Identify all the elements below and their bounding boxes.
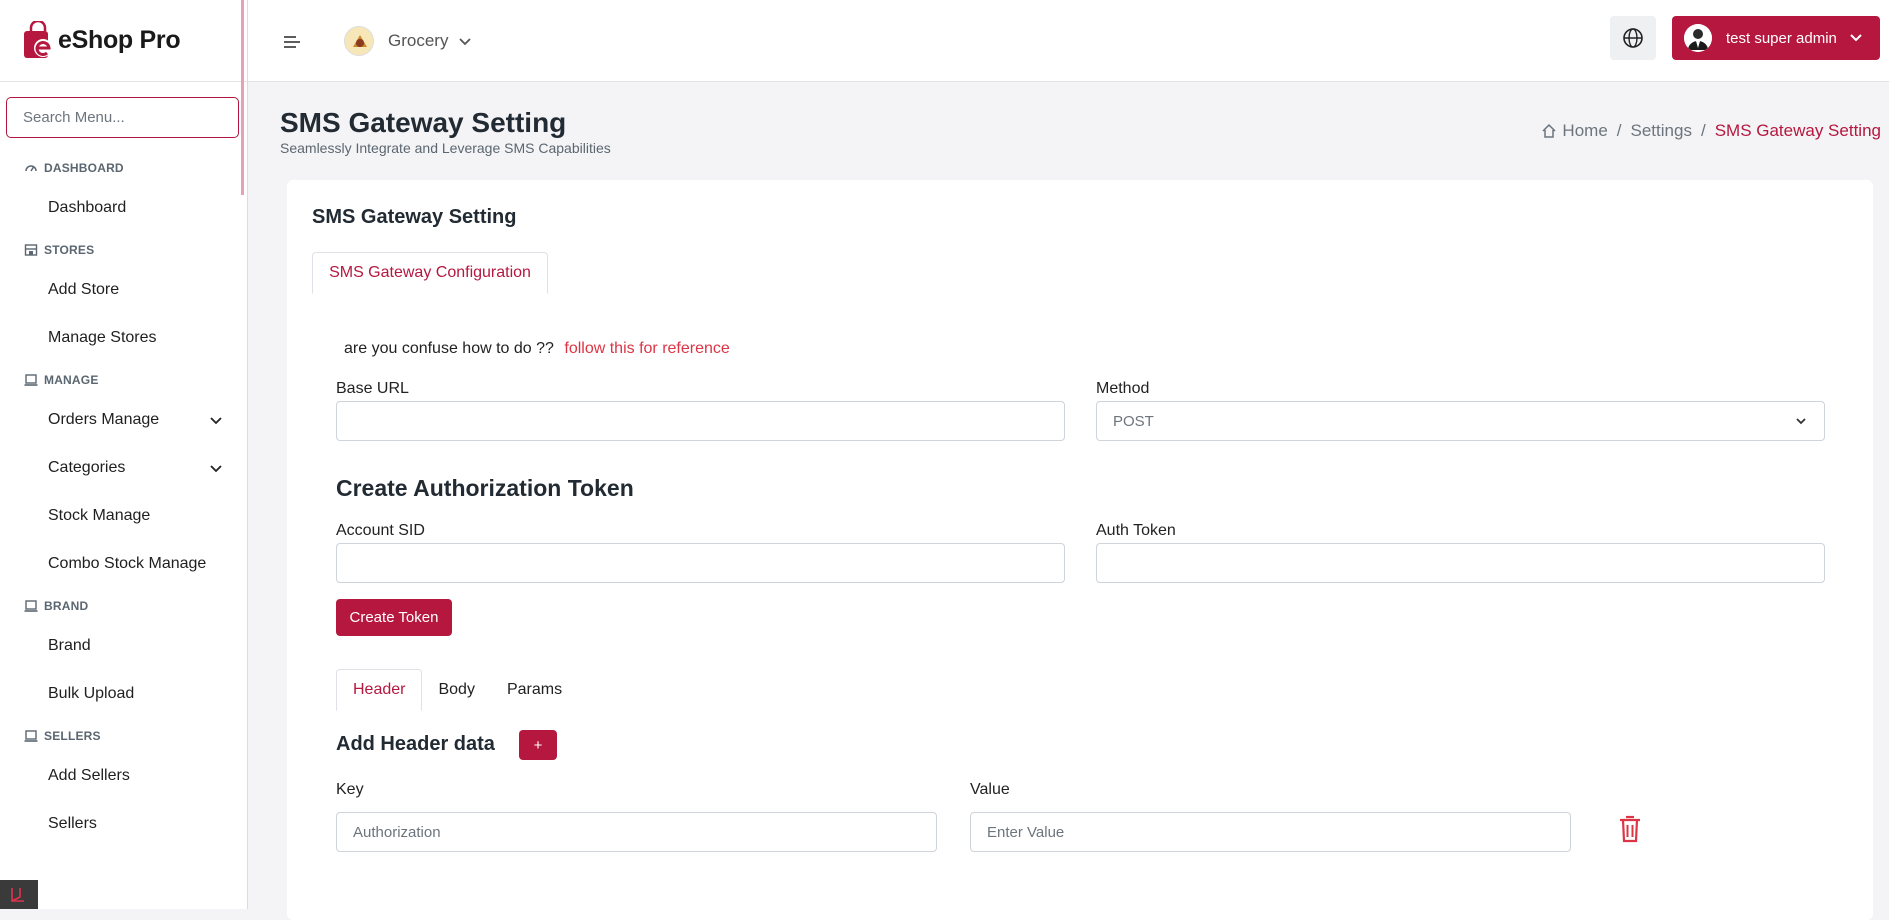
auth-token-label: Auth Token — [1096, 522, 1176, 539]
breadcrumb-separator: / — [1616, 121, 1622, 140]
base-url-label: Base URL — [336, 380, 409, 397]
sidebar-item-label: Dashboard — [48, 199, 127, 216]
sidebar-item-label: Stock Manage — [48, 507, 151, 524]
reference-line: are you confuse how to do ?? follow this… — [344, 340, 730, 358]
sidebar-item-label: Categories — [48, 459, 126, 476]
sidebar-item-label: Add Sellers — [48, 767, 130, 784]
sidebar: eShop Pro DASHBOARD Dashboard STORES Add… — [0, 0, 248, 909]
search-menu-input[interactable] — [6, 97, 239, 138]
section-title: SELLERS — [44, 729, 101, 743]
sidebar-item-stock-manage[interactable]: Stock Manage — [0, 492, 247, 540]
menu-toggle-icon[interactable] — [283, 35, 301, 49]
header-data-heading: Add Header data — [336, 733, 495, 755]
method-label: Method — [1096, 380, 1150, 397]
base-url-input[interactable] — [336, 401, 1065, 441]
sidebar-item-sellers[interactable]: Sellers — [0, 800, 247, 848]
account-sid-input[interactable] — [336, 543, 1065, 583]
chevron-down-icon — [1850, 34, 1862, 42]
account-sid-label: Account SID — [336, 522, 425, 539]
sidebar-item-combo-stock-manage[interactable]: Combo Stock Manage — [0, 540, 247, 588]
gauge-icon — [24, 161, 38, 175]
sidebar-item-label: Brand — [48, 637, 91, 654]
sidebar-item-orders-manage[interactable]: Orders Manage — [0, 396, 247, 444]
tab-body[interactable]: Body — [422, 669, 490, 711]
avatar — [1684, 24, 1712, 52]
method-selected-value: POST — [1113, 412, 1154, 430]
section-sellers: SELLERS — [0, 726, 247, 746]
section-title: DASHBOARD — [44, 161, 124, 175]
store-switcher[interactable]: Grocery — [344, 26, 472, 56]
breadcrumb-current: SMS Gateway Setting — [1714, 121, 1881, 140]
sidebar-item-label: Combo Stock Manage — [48, 555, 207, 572]
section-stores: STORES — [0, 240, 247, 260]
sidebar-item-label: Orders Manage — [48, 411, 160, 428]
section-dashboard: DASHBOARD — [0, 158, 247, 178]
logo[interactable]: eShop Pro — [0, 0, 247, 82]
sidebar-item-label: Manage Stores — [48, 329, 157, 346]
create-token-button[interactable]: Create Token — [336, 599, 452, 636]
value-label: Value — [970, 781, 1010, 798]
user-menu-button[interactable]: test super admin — [1672, 16, 1880, 60]
framework-badge-icon — [0, 880, 38, 909]
app-name: eShop Pro — [58, 26, 181, 54]
tab-sms-gateway-configuration[interactable]: SMS Gateway Configuration — [312, 252, 548, 294]
topbar: Grocery test super admin — [248, 0, 1889, 82]
sidebar-item-manage-stores[interactable]: Manage Stores — [0, 314, 247, 362]
user-name: test super admin — [1726, 29, 1837, 47]
auth-token-input[interactable] — [1096, 543, 1825, 583]
chevron-down-icon — [459, 38, 472, 46]
breadcrumb: Home / Settings / SMS Gateway Setting — [1541, 121, 1881, 141]
request-tabs: Header Body Params — [336, 669, 578, 711]
settings-card: SMS Gateway Setting SMS Gateway Configur… — [287, 180, 1873, 920]
delete-header-button[interactable] — [1617, 814, 1643, 844]
section-brand: BRAND — [0, 596, 247, 616]
home-icon — [1542, 123, 1556, 138]
sidebar-scrollbar[interactable] — [241, 0, 244, 195]
sidebar-item-brand[interactable]: Brand — [0, 622, 247, 670]
method-select[interactable]: POST — [1096, 401, 1825, 441]
section-title: STORES — [44, 243, 95, 257]
section-manage: MANAGE — [0, 370, 247, 390]
key-label: Key — [336, 781, 364, 798]
header-key-input[interactable] — [336, 812, 937, 852]
sidebar-item-label: Sellers — [48, 815, 97, 832]
trash-icon — [1620, 815, 1640, 843]
language-button[interactable] — [1610, 16, 1656, 60]
breadcrumb-settings[interactable]: Settings — [1631, 121, 1692, 141]
chevron-down-icon — [210, 465, 222, 473]
reference-text: are you confuse how to do ?? — [344, 340, 554, 357]
store-icon — [24, 243, 38, 257]
shopping-bag-logo-icon — [22, 19, 54, 61]
sidebar-item-label: Add Store — [48, 281, 120, 298]
sidebar-item-add-store[interactable]: Add Store — [0, 266, 247, 314]
section-title: BRAND — [44, 599, 89, 613]
sidebar-item-bulk-upload[interactable]: Bulk Upload — [0, 670, 247, 718]
store-name: Grocery — [388, 31, 449, 50]
add-header-button[interactable]: + — [519, 730, 557, 760]
globe-icon — [1623, 28, 1643, 48]
page-subtitle: Seamlessly Integrate and Leverage SMS Ca… — [280, 140, 611, 156]
tab-params[interactable]: Params — [491, 669, 578, 711]
laptop-icon — [24, 373, 38, 387]
header-value-input[interactable] — [970, 812, 1571, 852]
auth-token-heading: Create Authorization Token — [336, 475, 634, 501]
laptop-icon — [24, 599, 38, 613]
laptop-icon — [24, 729, 38, 743]
chevron-down-icon — [1796, 418, 1806, 425]
sidebar-item-categories[interactable]: Categories — [0, 444, 247, 492]
store-avatar — [344, 26, 374, 56]
chevron-down-icon — [210, 417, 222, 425]
breadcrumb-home[interactable]: Home — [1562, 121, 1607, 141]
card-title: SMS Gateway Setting — [312, 206, 517, 228]
reference-link[interactable]: follow this for reference — [564, 340, 729, 357]
breadcrumb-separator: / — [1700, 121, 1706, 140]
sidebar-item-label: Bulk Upload — [48, 685, 135, 702]
section-title: MANAGE — [44, 373, 99, 387]
page-title: SMS Gateway Setting — [280, 107, 567, 138]
tab-header[interactable]: Header — [336, 669, 423, 711]
sidebar-item-dashboard[interactable]: Dashboard — [0, 184, 247, 232]
sidebar-item-add-sellers[interactable]: Add Sellers — [0, 752, 247, 800]
